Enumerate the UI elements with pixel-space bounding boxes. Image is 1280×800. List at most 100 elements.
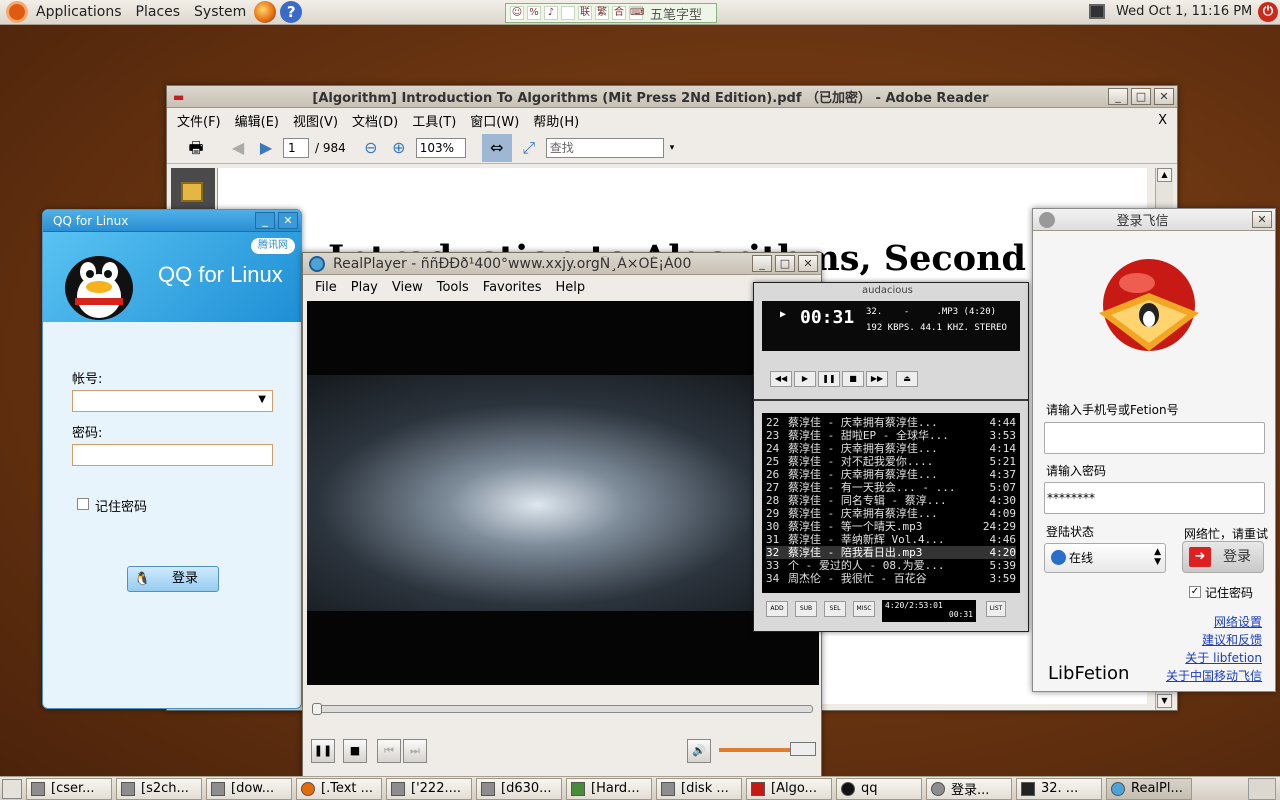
task-button[interactable]: [cser... — [26, 777, 112, 800]
clock[interactable]: Wed Oct 1, 11:16 PM — [1116, 4, 1252, 19]
zoom-out-icon[interactable]: ⊖ — [360, 138, 382, 158]
menu-applications[interactable]: Applications — [36, 4, 122, 20]
playlist-row[interactable]: 22 蔡淳佳 - 庆幸拥有蔡淳佳... 4:44 — [766, 416, 1016, 429]
next-track-button[interactable]: ⏭ — [403, 739, 427, 763]
menu-play[interactable]: Play — [351, 280, 378, 295]
fetion-titlebar[interactable]: 登录飞信 ✕ — [1033, 209, 1275, 231]
fit-page-icon[interactable]: ⤢ — [518, 138, 540, 158]
aud-eject-button[interactable]: ⏏ — [896, 371, 918, 387]
power-icon[interactable]: ⏻ — [1258, 2, 1278, 22]
aud-pause-button[interactable]: ❚❚ — [818, 371, 840, 387]
print-icon[interactable]: 🖶 — [185, 138, 207, 158]
task-button[interactable]: [dow... — [206, 777, 292, 800]
playlist-row[interactable]: 30 蔡淳佳 - 等一个晴天.mp3 24:29 — [766, 520, 1016, 533]
aud-stop-button[interactable]: ■ — [842, 371, 864, 387]
qq-status-icon[interactable]: 🐧 — [134, 568, 150, 592]
about-fetion-link[interactable]: 关于中国移动飞信 — [1166, 667, 1262, 684]
task-button[interactable]: [disk ... — [656, 777, 742, 800]
page-number-input[interactable]: 1 — [283, 137, 309, 158]
phone-field[interactable] — [1044, 422, 1265, 454]
ime-label[interactable]: 五笔字型 — [650, 4, 702, 23]
video-area[interactable] — [307, 301, 819, 685]
close-button[interactable]: ✕ — [1154, 88, 1174, 105]
minimize-button[interactable]: _ — [1108, 88, 1128, 105]
menu-file[interactable]: 文件(F) — [177, 111, 221, 130]
feedback-link[interactable]: 建议和反馈 — [1202, 631, 1262, 648]
menu-window[interactable]: 窗口(W) — [470, 111, 519, 130]
close-button[interactable]: ✕ — [798, 255, 818, 272]
maximize-button[interactable]: □ — [775, 255, 795, 272]
fetion-menu-icon[interactable] — [1039, 212, 1055, 228]
playlist-row[interactable]: 25 蔡淳佳 - 对不起我爱你.... 5:21 — [766, 455, 1016, 468]
account-dropdown-icon[interactable]: ▼ — [258, 394, 266, 405]
task-button[interactable]: [Algo... — [746, 777, 832, 800]
adobe-titlebar[interactable]: ▬ [Algorithm] Introduction To Algorithms… — [167, 86, 1177, 108]
aud-next-button[interactable]: ▶▶ — [866, 371, 888, 387]
task-button[interactable]: 登录... — [926, 777, 1012, 800]
task-button[interactable]: 32. ... — [1016, 777, 1102, 800]
playlist-row[interactable]: 34 周杰伦 - 我很忙 - 百花谷 3:59 — [766, 572, 1016, 585]
ime-lian-icon[interactable]: 联 — [578, 6, 592, 20]
qq-login-button[interactable]: 🐧 登录 — [127, 566, 219, 592]
ime-punct-icon[interactable]: % — [527, 6, 541, 20]
playlist-area[interactable]: 22 蔡淳佳 - 庆幸拥有蔡淳佳... 4:44 23 蔡淳佳 - 甜啦EP - 全球华… — [762, 413, 1020, 593]
close-button[interactable]: ✕ — [1252, 211, 1272, 228]
firefox-launcher-icon[interactable] — [254, 1, 277, 23]
playlist-misc-button[interactable]: MISC — [853, 601, 875, 617]
menu-system[interactable]: System — [194, 4, 246, 20]
task-button[interactable]: ['222.... — [386, 777, 472, 800]
menu-view[interactable]: 视图(V) — [293, 111, 338, 130]
ime-mode-icon[interactable]: 合 — [612, 6, 626, 20]
monitor-icon[interactable] — [1089, 4, 1105, 19]
playlist-row[interactable]: 33 个 - 爱过的人 - 08.为爱... 5:39 — [766, 559, 1016, 572]
playlist-list-button[interactable]: LIST — [986, 601, 1006, 617]
seek-bar[interactable] — [312, 703, 813, 715]
search-input[interactable]: 查找 — [545, 137, 664, 158]
stop-button[interactable]: ■ — [343, 739, 367, 763]
password-field[interactable] — [72, 444, 273, 466]
remember-password-checkbox[interactable] — [77, 498, 89, 510]
fetion-password-field[interactable]: ******** — [1044, 482, 1265, 514]
scroll-down-icon[interactable]: ▼ — [1157, 694, 1172, 708]
seek-thumb[interactable] — [312, 703, 322, 715]
show-desktop-button[interactable] — [2, 778, 22, 799]
playlist-row[interactable]: 28 蔡淳佳 - 同名专辑 - 蔡淳... 4:30 — [766, 494, 1016, 507]
close-button[interactable]: ✕ — [278, 212, 298, 229]
task-button[interactable]: [d630... — [476, 777, 562, 800]
trash-icon[interactable] — [1248, 778, 1276, 800]
about-libfetion-link[interactable]: 关于 libfetion — [1185, 649, 1262, 666]
aud-previous-button[interactable]: ◀◀ — [770, 371, 792, 387]
maximize-button[interactable]: □ — [1131, 88, 1151, 105]
ime-crosshair-icon[interactable] — [561, 6, 575, 20]
zoom-in-icon[interactable]: ⊕ — [388, 138, 410, 158]
search-dropdown-icon[interactable]: ▾ — [670, 143, 675, 153]
login-status-select[interactable]: 在线 ▲ ▼ — [1044, 543, 1166, 573]
playlist-row[interactable]: 32 蔡淳佳 - 陪我看日出.mp3 4:20 — [766, 546, 1016, 559]
minimize-button[interactable]: _ — [255, 212, 275, 229]
previous-page-icon[interactable]: ◀ — [227, 138, 249, 158]
playlist-row[interactable]: 27 蔡淳佳 - 有一天我会... - ... 5:07 — [766, 481, 1016, 494]
ubuntu-logo-icon[interactable] — [6, 1, 28, 23]
next-page-icon[interactable]: ▶ — [255, 138, 277, 158]
ime-penguin-icon[interactable]: ☺ — [510, 6, 524, 20]
menu-file[interactable]: File — [315, 280, 337, 295]
ime-halfwidth-icon[interactable]: ♪ — [544, 6, 558, 20]
menu-document[interactable]: 文档(D) — [352, 111, 398, 130]
ime-keyboard-icon[interactable]: ⌨ — [629, 6, 644, 20]
elapsed-time[interactable]: 00:31 — [800, 307, 854, 328]
ime-traditional-icon[interactable]: 繁 — [595, 6, 609, 20]
playlist-add-button[interactable]: ADD — [766, 601, 788, 617]
menu-view[interactable]: View — [392, 280, 423, 295]
task-button[interactable]: [.Text ... — [296, 777, 382, 800]
task-button[interactable]: [Hard... — [566, 777, 652, 800]
close-document-button[interactable]: X — [1158, 113, 1167, 128]
pause-button[interactable]: ❚❚ — [311, 739, 335, 763]
menu-edit[interactable]: 编辑(E) — [235, 111, 279, 130]
playlist-row[interactable]: 26 蔡淳佳 - 庆幸拥有蔡淳佳... 4:37 — [766, 468, 1016, 481]
input-method-bar[interactable]: ☺ % ♪ 联 繁 合 ⌨ 五笔字型 — [505, 3, 717, 23]
playlist-row[interactable]: 23 蔡淳佳 - 甜啦EP - 全球华... 3:53 — [766, 429, 1016, 442]
previous-track-button[interactable]: ⏮ — [377, 739, 401, 763]
task-button[interactable]: RealPl... — [1106, 777, 1192, 800]
task-button[interactable]: [s2ch... — [116, 777, 202, 800]
scroll-up-icon[interactable]: ▲ — [1157, 168, 1172, 182]
